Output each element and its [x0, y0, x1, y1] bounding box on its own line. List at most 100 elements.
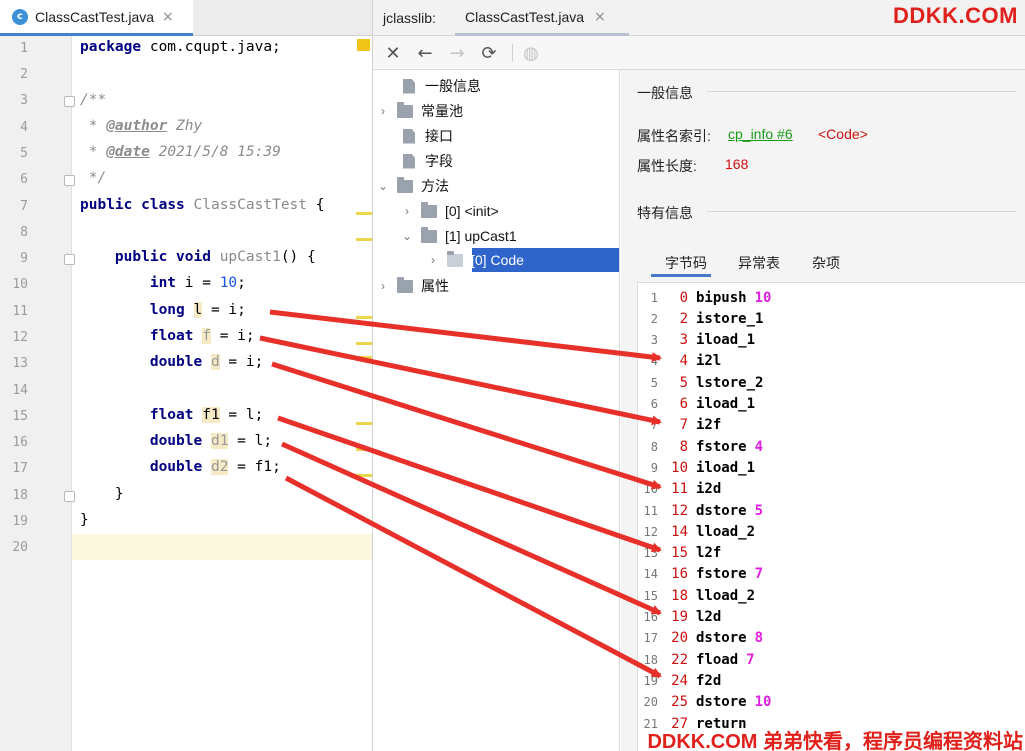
general-info-title: 一般信息: [637, 85, 693, 101]
bytecode-row[interactable]: 13 15 l2f: [638, 543, 1018, 564]
tree-item-upcast1[interactable]: ⌄ [1] upCast1: [399, 224, 517, 248]
warning-marker[interactable]: [356, 342, 372, 345]
bytecode-row[interactable]: 2 2 istore_1: [638, 308, 1018, 329]
bytecode-offset: 7: [679, 417, 688, 434]
bytecode-offset: 12: [671, 502, 688, 519]
bytecode-operand: 10: [754, 289, 772, 306]
bytecode-offset: 25: [671, 694, 688, 711]
tree-item-interfaces[interactable]: 接口: [379, 124, 453, 148]
code-text: = i;: [210, 328, 255, 344]
bytecode-line-number: 13: [643, 546, 658, 561]
tab-exception-table[interactable]: 异常表: [738, 253, 780, 279]
bytecode-row[interactable]: 6 6 iload_1: [638, 394, 1018, 415]
jclasslib-tab-bar: jclasslib: ClassCastTest.java × DDKK.COM: [373, 0, 1025, 36]
code-line: /**: [80, 92, 106, 108]
bytecode-listing[interactable]: 1 0 bipush 10 2 2 istore_1 3 3 iload_1 4 4 i2l 5 5 lsto…: [637, 282, 1025, 751]
forward-arrow-icon[interactable]: →: [445, 41, 469, 65]
bytecode-row[interactable]: 3 3 iload_1: [638, 330, 1018, 351]
tree-item-fields[interactable]: 字段: [379, 149, 453, 173]
attribute-length-label: 属性长度:: [637, 158, 697, 174]
bytecode-opcode: lload_2: [696, 587, 756, 604]
variable-name: f: [202, 328, 211, 344]
code-editor[interactable]: c ClassCastTest.java × 1 2 3 4 5 6 7 8 9…: [0, 0, 372, 751]
bytecode-row[interactable]: 5 5 lstore_2: [638, 372, 1018, 393]
line-number: 3: [20, 93, 28, 108]
bytecode-row[interactable]: 15 18 lload_2: [638, 585, 1018, 606]
bytecode-row[interactable]: 10 11 i2d: [638, 479, 1018, 500]
bytecode-row[interactable]: 12 14 lload_2: [638, 521, 1018, 542]
bytecode-row[interactable]: 14 16 fstore 7: [638, 564, 1018, 585]
name-index-label: 属性名索引:: [637, 128, 711, 144]
refresh-icon[interactable]: ⟳: [477, 41, 501, 65]
warning-marker[interactable]: [356, 422, 372, 425]
line-number: 1: [20, 41, 28, 56]
bytecode-operand: 8: [754, 630, 764, 647]
code-text: }: [80, 512, 89, 528]
jclasslib-file-tab[interactable]: ClassCastTest.java ×: [455, 0, 629, 36]
back-arrow-icon[interactable]: ←: [413, 41, 437, 65]
tree-item-constant-pool[interactable]: › 常量池: [375, 99, 463, 123]
code-text: ;: [237, 275, 246, 291]
bytecode-offset: 20: [671, 630, 688, 647]
tree-item-init[interactable]: › [0] <init>: [399, 199, 499, 223]
bytecode-row[interactable]: 8 8 fstore 4: [638, 436, 1018, 457]
close-icon[interactable]: ×: [594, 9, 606, 25]
warning-marker[interactable]: [356, 316, 372, 319]
warning-marker[interactable]: [356, 356, 372, 359]
chevron-right-icon[interactable]: ›: [399, 204, 415, 218]
warning-marker[interactable]: [356, 448, 372, 451]
tree-item-label: 方法: [421, 178, 449, 194]
bytecode-row[interactable]: 17 20 dstore 8: [638, 628, 1018, 649]
code-text: () {: [280, 249, 316, 265]
code-line: public class ClassCastTest {: [80, 197, 324, 213]
warning-indicator-icon[interactable]: [357, 39, 370, 51]
cp-info-link[interactable]: cp_info #6: [728, 126, 793, 142]
tab-misc[interactable]: 杂项: [812, 253, 840, 279]
warning-marker[interactable]: [356, 474, 372, 477]
bytecode-offset: 14: [671, 523, 688, 540]
code-text: = i;: [202, 302, 246, 318]
bytecode-row[interactable]: 9 10 iload_1: [638, 457, 1018, 478]
bytecode-row[interactable]: 1 0 bipush 10: [638, 287, 1018, 308]
chevron-right-icon[interactable]: ›: [375, 104, 391, 118]
line-number: 8: [20, 225, 28, 240]
editor-tab[interactable]: c ClassCastTest.java ×: [0, 0, 193, 36]
jclasslib-title: jclasslib:: [383, 10, 436, 26]
bytecode-row[interactable]: 16 19 l2d: [638, 607, 1018, 628]
line-number: 9: [20, 251, 28, 266]
tree-item-code[interactable]: › [0] Code: [425, 248, 524, 272]
code-area[interactable]: package com.cqupt.java; /** * @author Zh…: [72, 36, 372, 751]
chevron-down-icon[interactable]: ⌄: [399, 229, 415, 243]
bytecode-row[interactable]: 20 25 dstore 10: [638, 692, 1018, 713]
active-tab-indicator: [651, 274, 711, 277]
close-icon[interactable]: ✕: [381, 41, 405, 65]
bytecode-row[interactable]: 11 12 dstore 5: [638, 500, 1018, 521]
bytecode-line-number: 17: [643, 631, 658, 646]
code-line: double d2 = f1;: [80, 459, 281, 475]
file-icon: [403, 128, 415, 144]
code-text: com.cqupt.java;: [141, 39, 281, 55]
chevron-down-icon[interactable]: ⌄: [375, 179, 391, 193]
bytecode-operand: 7: [746, 651, 755, 668]
bytecode-row[interactable]: 18 22 fload 7: [638, 649, 1018, 670]
tree-item-general[interactable]: 一般信息: [379, 74, 481, 98]
chevron-right-icon[interactable]: ›: [375, 279, 391, 293]
class-structure-tree[interactable]: 一般信息 › 常量池 接口 字段 ⌄ 方法 › [0] <init> ⌄ [1]…: [373, 70, 620, 751]
code-line: int i = 10;: [80, 275, 246, 291]
code-text: = l;: [219, 407, 264, 423]
bytecode-offset: 24: [671, 672, 688, 689]
warning-marker[interactable]: [356, 212, 372, 215]
bytecode-opcode: lstore_2: [696, 374, 764, 391]
line-number: 7: [20, 199, 28, 214]
chevron-right-icon[interactable]: ›: [425, 253, 441, 267]
browser-icon[interactable]: ◍: [519, 41, 543, 65]
bytecode-row[interactable]: 4 4 i2l: [638, 351, 1018, 372]
tree-item-attributes[interactable]: › 属性: [375, 274, 449, 298]
number-literal: 10: [219, 275, 238, 291]
bytecode-row[interactable]: 19 24 f2d: [638, 670, 1018, 691]
warning-marker[interactable]: [356, 238, 372, 241]
code-line: double d = i;: [80, 354, 263, 370]
bytecode-row[interactable]: 7 7 i2f: [638, 415, 1018, 436]
tree-item-methods[interactable]: ⌄ 方法: [375, 174, 449, 198]
close-icon[interactable]: ×: [162, 9, 174, 25]
